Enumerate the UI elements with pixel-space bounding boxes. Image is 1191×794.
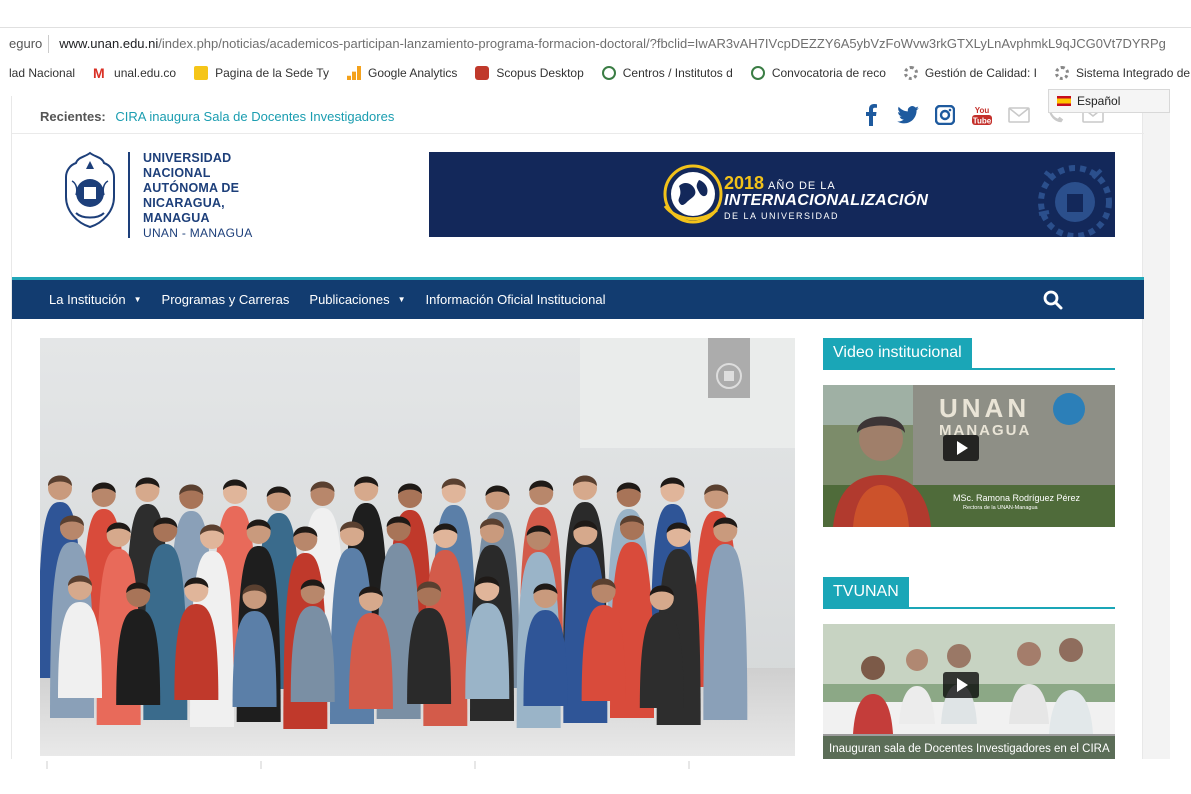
banner-year-suffix: AÑO DE LA: [768, 180, 836, 192]
mail-icon[interactable]: [1008, 104, 1030, 126]
bottom-scroll-ticks: [46, 761, 690, 769]
bookmark-label: Pagina de la Sede Ty: [215, 66, 329, 80]
gmail-icon: M: [93, 65, 105, 81]
play-button-icon[interactable]: [943, 435, 979, 461]
scopus-icon: [475, 66, 490, 80]
bookmark-item[interactable]: Pagina de la Sede Ty: [194, 66, 329, 80]
security-label: eguro: [9, 36, 43, 51]
university-name-line: NICARAGUA,: [143, 196, 225, 210]
university-name-line: MANAGUA: [143, 211, 210, 225]
bookmark-item[interactable]: lad Nacional: [9, 66, 75, 80]
nav-item-label: Programas y Carreras: [161, 292, 290, 307]
bookmark-label: Google Analytics: [367, 66, 458, 80]
globe-icon: [663, 164, 723, 224]
site-page: Recientes: CIRA inaugura Sala de Docente…: [11, 96, 1144, 759]
crest-icon: [601, 66, 616, 80]
video-section-title: Video institucional: [823, 338, 972, 368]
university-name-line: NACIONAL: [143, 166, 211, 180]
nav-item-label: Publicaciones: [309, 292, 390, 307]
banner-year: 2018 AÑO DE LA: [724, 173, 836, 194]
video-caption-role: Rectora de la UNAN-Managua: [963, 505, 1039, 511]
video-caption-name: MSc. Ramona Rodríguez Pérez: [953, 493, 1081, 503]
bookmark-label: Centros / Institutos d: [622, 66, 733, 80]
photo-watermark-logo: [708, 338, 750, 398]
bookmark-item[interactable]: Centros / Institutos d: [601, 66, 733, 80]
header-divider: [12, 133, 1144, 134]
page-gutter: [1143, 96, 1170, 759]
bookmark-item[interactable]: Munal.edu.co: [93, 66, 176, 80]
banner-heading: INTERNACIONALIZACIÓN: [724, 192, 929, 209]
video-sign-text: UNAN: [939, 393, 1030, 423]
featured-group-photo[interactable]: [40, 338, 795, 756]
search-icon[interactable]: [1043, 290, 1063, 310]
university-name-line: AUTÓNOMA DE: [143, 181, 240, 195]
banner-year-number: 2018: [724, 173, 765, 193]
video-section-underline: [823, 368, 1115, 370]
university-name[interactable]: UNIVERSIDAD NACIONAL AUTÓNOMA DE NICARAG…: [143, 151, 239, 226]
bookmark-item[interactable]: Gestión de Calidad: I: [903, 66, 1037, 80]
university-acronym: UNAN - MANAGUA: [143, 226, 253, 240]
bookmark-label: Convocatoria de reco: [771, 66, 886, 80]
nav-item-label: La Institución: [49, 292, 126, 307]
tv-section-underline: [823, 607, 1115, 609]
bookmark-label: unal.edu.co: [114, 66, 177, 80]
main-navigation: La Institución ▼ Programas y Carreras Pub…: [12, 280, 1144, 319]
recent-news-ticker: Recientes: CIRA inaugura Sala de Docente…: [40, 109, 394, 124]
tv-video-caption: Inauguran sala de Docentes Investigadore…: [829, 743, 1110, 755]
caret-down-icon: ▼: [133, 295, 142, 304]
nav-item-institution[interactable]: La Institución ▼: [49, 292, 142, 307]
recent-label: Recientes:: [40, 109, 106, 124]
instagram-icon[interactable]: [934, 104, 956, 126]
youtube-icon[interactable]: You Tube: [971, 104, 993, 126]
address-divider: [48, 34, 50, 53]
language-label: Español: [1077, 94, 1121, 108]
bookmarks-bar: lad Nacional Munal.edu.co Pagina de la Sed…: [0, 60, 1191, 86]
twitter-icon[interactable]: [897, 104, 919, 126]
folder-icon: [194, 66, 209, 80]
bookmark-label: Scopus Desktop: [496, 66, 584, 80]
university-crest-logo[interactable]: [62, 151, 118, 229]
play-button-icon[interactable]: [943, 672, 979, 698]
language-selector[interactable]: Español: [1048, 89, 1170, 113]
bookmark-label: Sistema Integrado de: [1075, 66, 1191, 80]
url-path: /index.php/noticias/academicos-participa…: [158, 36, 1166, 51]
analytics-icon: [346, 66, 361, 80]
nav-item-label: Información Oficial Institucional: [425, 292, 606, 307]
gear-icon: [1054, 66, 1069, 80]
nav-item-programs[interactable]: Programas y Carreras: [162, 292, 290, 307]
svg-text:You: You: [975, 106, 990, 115]
internationalization-banner[interactable]: 2018 AÑO DE LA INTERNACIONALIZACIÓN DE LA…: [429, 152, 1115, 237]
caret-down-icon: ▼: [397, 295, 406, 304]
url-host: www.unan.edu.ni: [59, 36, 159, 51]
address-bar[interactable]: eguro www.unan.edu.ni/index.php/noticias…: [0, 27, 1191, 59]
nav-item-publications[interactable]: Publicaciones ▼: [309, 292, 405, 307]
bookmark-label: Gestión de Calidad: I: [924, 66, 1037, 80]
tvunan-video-thumbnail[interactable]: Inauguran sala de Docentes Investigadore…: [823, 624, 1115, 759]
banner-subheading: DE LA UNIVERSIDAD: [724, 211, 840, 221]
gear-icon: [903, 66, 918, 80]
bookmark-item[interactable]: Sistema Integrado de: [1054, 66, 1191, 80]
crest-icon: [750, 66, 765, 80]
bookmark-item[interactable]: Convocatoria de reco: [750, 66, 886, 80]
university-name-line: UNIVERSIDAD: [143, 151, 232, 165]
bookmark-label: lad Nacional: [9, 66, 76, 80]
spain-flag-icon: [1057, 96, 1071, 106]
person-body: [703, 544, 748, 720]
banner-crest-decoration: [1038, 165, 1112, 237]
bookmark-item[interactable]: Scopus Desktop: [475, 66, 584, 80]
nav-item-official-info[interactable]: Información Oficial Institucional: [426, 292, 606, 307]
institutional-video-thumbnail[interactable]: UNAN MANAGUA MSc. Ramona Rodríguez Pérez…: [823, 385, 1115, 527]
svg-text:Tube: Tube: [973, 117, 992, 126]
facebook-icon[interactable]: [860, 104, 882, 126]
logo-divider: [128, 152, 130, 238]
bookmark-item[interactable]: Google Analytics: [346, 66, 458, 80]
recent-news-link[interactable]: CIRA inaugura Sala de Docentes Investiga…: [115, 109, 394, 124]
tv-section-title: TVUNAN: [823, 577, 909, 607]
